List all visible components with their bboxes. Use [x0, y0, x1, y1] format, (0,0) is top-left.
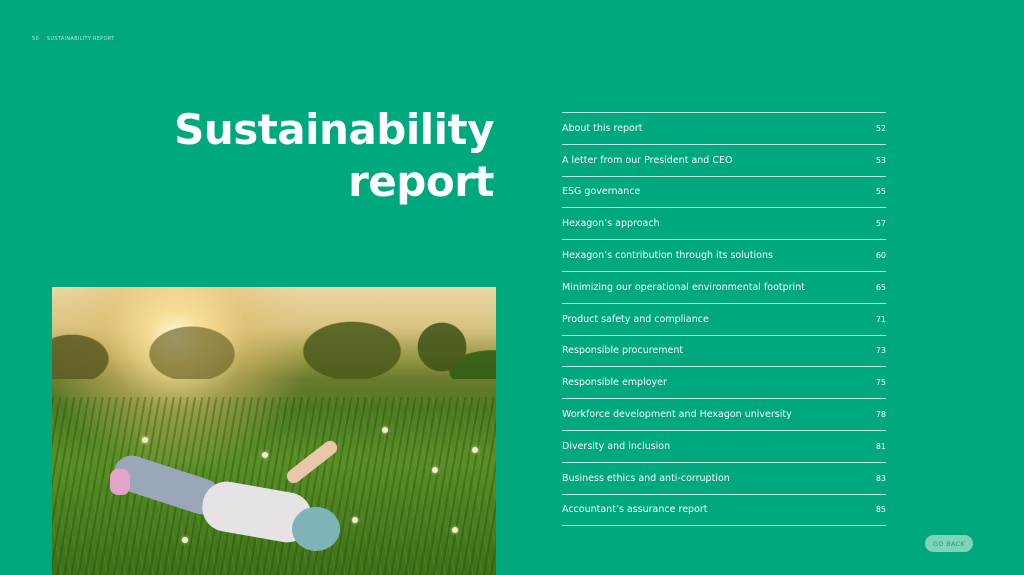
toc-item-label: ESG governance	[562, 186, 641, 198]
toc-item-contribution[interactable]: Hexagon’s contribution through its solut…	[562, 240, 886, 272]
toc-item-label: A letter from our President and CEO	[562, 154, 733, 166]
toc-item-page: 71	[875, 314, 886, 324]
toc-item-label: Product safety and compliance	[562, 313, 709, 325]
page-number: 50	[32, 36, 39, 42]
toc-item-workforce[interactable]: Workforce development and Hexagon univer…	[562, 399, 886, 431]
toc-item-footprint[interactable]: Minimizing our operational environmental…	[562, 272, 886, 304]
toc-item-page: 53	[875, 155, 886, 165]
photo-flower	[142, 437, 148, 443]
page-header: 50 SUSTAINABILITY REPORT	[32, 36, 115, 42]
toc-item-label: Minimizing our operational environmental…	[562, 281, 805, 293]
title-line-1: Sustainability	[174, 105, 494, 154]
title-line-2: report	[348, 157, 494, 206]
toc-item-about[interactable]: About this report 52	[562, 113, 886, 145]
toc-item-approach[interactable]: Hexagon’s approach 57	[562, 208, 886, 241]
toc-item-label: Responsible procurement	[562, 345, 684, 357]
toc-item-ethics[interactable]: Business ethics and anti-corruption 83	[562, 463, 886, 495]
toc-item-employer[interactable]: Responsible employer 75	[562, 367, 886, 400]
toc-item-page: 52	[875, 123, 886, 133]
page-title: Sustainability report	[174, 104, 494, 208]
toc-item-page: 78	[875, 410, 886, 420]
photo-flower	[432, 467, 438, 473]
photo-child-shoe	[110, 469, 130, 495]
photo-trees	[52, 309, 496, 379]
toc-item-page: 83	[875, 473, 886, 483]
photo-flower	[182, 537, 188, 543]
toc-item-procurement[interactable]: Responsible procurement 73	[562, 336, 886, 368]
go-back-button[interactable]: GO BACK	[925, 535, 973, 552]
toc-item-assurance[interactable]: Accountant’s assurance report 85	[562, 495, 886, 527]
toc-item-product-safety[interactable]: Product safety and compliance 71	[562, 304, 886, 336]
photo-flower	[382, 427, 388, 433]
hero-photo	[52, 287, 496, 575]
toc-item-label: About this report	[562, 122, 643, 134]
toc-item-diversity[interactable]: Diversity and inclusion 81	[562, 431, 886, 463]
toc-item-page: 85	[875, 505, 886, 515]
photo-flower	[472, 447, 478, 453]
toc-item-label: Hexagon’s contribution through its solut…	[562, 250, 773, 262]
toc-item-page: 75	[875, 378, 886, 388]
photo-flower	[452, 527, 458, 533]
toc-item-ceo-letter[interactable]: A letter from our President and CEO 53	[562, 145, 886, 177]
toc-item-page: 60	[875, 251, 886, 261]
toc-item-label: Responsible employer	[562, 377, 667, 389]
toc-item-label: Workforce development and Hexagon univer…	[562, 409, 792, 421]
toc-item-page: 57	[875, 219, 886, 229]
table-of-contents: About this report 52 A letter from our Pr…	[562, 112, 886, 527]
toc-item-label: Diversity and inclusion	[562, 440, 671, 452]
toc-item-label: Accountant’s assurance report	[562, 504, 708, 516]
toc-item-label: Business ethics and anti-corruption	[562, 472, 730, 484]
toc-item-label: Hexagon’s approach	[562, 218, 660, 230]
toc-item-page: 65	[875, 282, 886, 292]
section-label: SUSTAINABILITY REPORT	[46, 36, 115, 42]
photo-flower	[352, 517, 358, 523]
toc-item-page: 55	[875, 187, 886, 197]
photo-flower	[262, 452, 268, 458]
toc-item-page: 81	[875, 441, 886, 451]
toc-item-esg-governance[interactable]: ESG governance 55	[562, 177, 886, 209]
photo-child-head	[292, 507, 340, 551]
toc-item-page: 73	[875, 346, 886, 356]
